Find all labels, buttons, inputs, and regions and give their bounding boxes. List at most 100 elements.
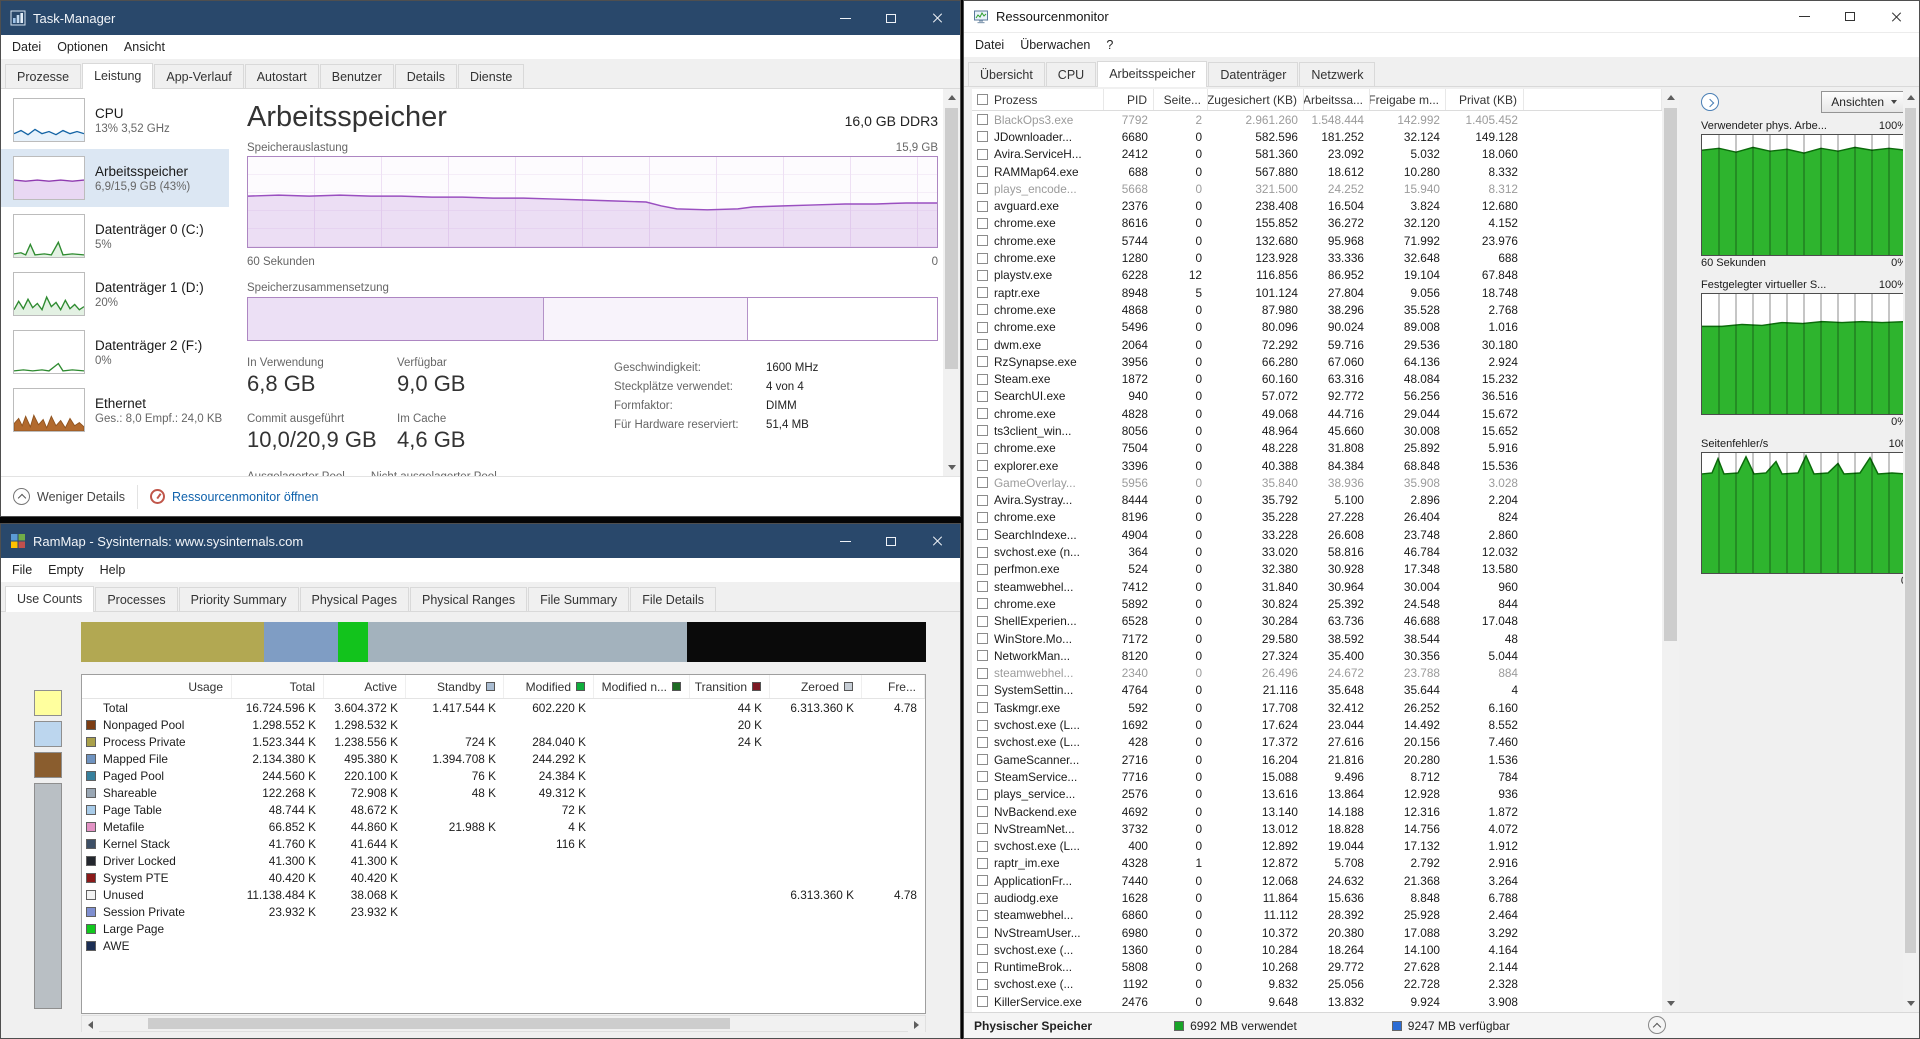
tab[interactable]: File Details — [630, 587, 717, 611]
commit-column-header[interactable]: Zugesichert (KB) — [1208, 89, 1304, 110]
menu-item[interactable]: Empty — [40, 560, 91, 580]
process-checkbox[interactable] — [977, 719, 988, 731]
menu-item[interactable]: Datei — [967, 35, 1012, 55]
column-header[interactable]: Standby — [406, 675, 504, 698]
process-checkbox[interactable] — [977, 892, 988, 904]
process-checkbox[interactable] — [977, 269, 988, 281]
scroll-thumb[interactable] — [147, 1018, 730, 1029]
sidebar-item-disk0[interactable]: Datenträger 0 (C:) 5% — [1, 207, 229, 265]
scroll-right-button[interactable] — [908, 1016, 925, 1033]
process-row[interactable]: NvStreamUser... 6980 0 10.372 20.380 17.… — [972, 924, 1662, 941]
open-resource-monitor-link[interactable]: Ressourcenmonitor öffnen — [150, 489, 318, 504]
taskmanager-scrollbar[interactable] — [943, 89, 960, 476]
process-row[interactable]: chrome.exe 1280 0 123.928 33.336 32.648 … — [972, 249, 1662, 266]
process-checkbox[interactable] — [977, 598, 988, 610]
process-row[interactable]: Avira.ServiceH... 2412 0 581.360 23.092 … — [972, 146, 1662, 163]
process-row[interactable]: chrome.exe 8196 0 35.228 27.228 26.404 8… — [972, 509, 1662, 526]
maximize-button[interactable] — [868, 524, 914, 558]
process-row[interactable]: svchost.exe (n... 364 0 33.020 58.816 46… — [972, 543, 1662, 560]
scroll-up-button[interactable] — [1662, 89, 1679, 106]
process-checkbox[interactable] — [977, 667, 988, 679]
tab[interactable]: Netzwerk — [1299, 62, 1376, 86]
usage-row[interactable]: Shareable 122.268 K 72.908 K 48 K 49.312… — [82, 784, 925, 801]
workingset-column-header[interactable]: Arbeitssa... — [1304, 89, 1370, 110]
process-row[interactable]: RuntimeBrok... 5808 0 10.268 29.772 27.6… — [972, 959, 1662, 976]
process-row[interactable]: ApplicationFr... 7440 0 12.068 24.632 21… — [972, 872, 1662, 889]
process-row[interactable]: perfmon.exe 524 0 32.380 30.928 17.348 1… — [972, 561, 1662, 578]
menu-item[interactable]: Überwachen — [1012, 35, 1098, 55]
menu-item[interactable]: Help — [92, 560, 134, 580]
usage-row[interactable]: Unused 11.138.484 K 38.068 K 6.313.360 K… — [82, 886, 925, 903]
process-checkbox[interactable] — [977, 684, 988, 696]
process-checkbox[interactable] — [977, 321, 988, 333]
tab[interactable]: Physical Pages — [299, 587, 409, 611]
menu-item[interactable]: Datei — [4, 37, 49, 57]
tab[interactable]: CPU — [1045, 62, 1097, 86]
process-checkbox[interactable] — [977, 166, 988, 178]
scroll-track[interactable] — [1903, 106, 1918, 995]
process-checkbox[interactable] — [977, 183, 988, 195]
minimize-button[interactable] — [1781, 1, 1827, 32]
tab[interactable]: Datenträger — [1208, 62, 1299, 86]
process-row[interactable]: Taskmgr.exe 592 0 17.708 32.412 26.252 6… — [972, 699, 1662, 716]
process-row[interactable]: NvBackend.exe 4692 0 13.140 14.188 12.31… — [972, 803, 1662, 820]
scroll-track[interactable] — [99, 1016, 908, 1031]
process-checkbox[interactable] — [977, 944, 988, 956]
process-checkbox[interactable] — [977, 148, 988, 160]
process-checkbox[interactable] — [977, 390, 988, 402]
scroll-thumb[interactable] — [1664, 108, 1677, 642]
process-row[interactable]: SearchIndexe... 4904 0 33.228 26.608 23.… — [972, 526, 1662, 543]
scroll-down-button[interactable] — [1903, 995, 1918, 1012]
pid-column-header[interactable]: PID — [1104, 89, 1154, 110]
process-row[interactable]: chrome.exe 7504 0 48.228 31.808 25.892 5… — [972, 440, 1662, 457]
collapse-panel-button[interactable] — [1701, 93, 1719, 111]
tab[interactable]: Physical Ranges — [409, 587, 528, 611]
menu-item[interactable]: File — [4, 560, 40, 580]
menu-item[interactable]: ? — [1098, 35, 1121, 55]
process-row[interactable]: explorer.exe 3396 0 40.388 84.384 68.848… — [972, 457, 1662, 474]
process-row[interactable]: steamwebhel... 2340 0 26.496 24.672 23.7… — [972, 665, 1662, 682]
usage-row[interactable]: Mapped File 2.134.380 K 495.380 K 1.394.… — [82, 750, 925, 767]
rammap-titlebar[interactable]: RamMap - Sysinternals: www.sysinternals.… — [1, 524, 960, 558]
process-checkbox[interactable] — [977, 235, 988, 247]
process-row[interactable]: avguard.exe 2376 0 238.408 16.504 3.824 … — [972, 197, 1662, 214]
process-column-header[interactable]: Prozess — [972, 89, 1104, 110]
column-header[interactable]: Active — [324, 675, 406, 698]
process-checkbox[interactable] — [977, 996, 988, 1008]
scroll-track[interactable] — [1662, 106, 1679, 995]
tab[interactable]: Prozesse — [5, 64, 82, 88]
tab[interactable]: Dienste — [457, 64, 525, 88]
sidebar-item-memory[interactable]: Arbeitsspeicher 6,9/15,9 GB (43%) — [1, 149, 229, 207]
process-checkbox[interactable] — [977, 442, 988, 454]
usage-row[interactable]: System PTE 40.420 K 40.420 K — [82, 869, 925, 886]
tab[interactable]: Use Counts — [5, 586, 95, 612]
process-row[interactable]: playstv.exe 6228 12 116.856 86.952 19.10… — [972, 267, 1662, 284]
process-row[interactable]: chrome.exe 4868 0 87.980 38.296 35.528 2… — [972, 301, 1662, 318]
tab[interactable]: File Summary — [528, 587, 630, 611]
sidebar-item-cpu[interactable]: CPU 13% 3,52 GHz — [1, 91, 229, 149]
menu-item[interactable]: Optionen — [49, 37, 116, 57]
collapse-section-button[interactable] — [1648, 1016, 1666, 1034]
process-row[interactable]: raptr.exe 8948 5 101.124 27.804 9.056 18… — [972, 284, 1662, 301]
process-checkbox[interactable] — [977, 460, 988, 472]
process-row[interactable]: steamwebhel... 6860 0 11.112 28.392 25.9… — [972, 907, 1662, 924]
process-checkbox[interactable] — [977, 408, 988, 420]
process-checkbox[interactable] — [977, 736, 988, 748]
scroll-thumb[interactable] — [945, 108, 958, 370]
process-row[interactable]: WinStore.Mo... 7172 0 29.580 38.592 38.5… — [972, 630, 1662, 647]
process-table-scrollbar[interactable] — [1662, 89, 1679, 1012]
views-button[interactable]: Ansichten — [1821, 91, 1907, 113]
process-checkbox[interactable] — [977, 252, 988, 264]
usage-row[interactable]: Paged Pool 244.560 K 220.100 K 76 K 24.3… — [82, 767, 925, 784]
process-row[interactable]: svchost.exe (... 1192 0 9.832 25.056 22.… — [972, 976, 1662, 993]
process-row[interactable]: ts3client_win... 8056 0 48.964 45.660 30… — [972, 422, 1662, 439]
maximize-button[interactable] — [868, 1, 914, 35]
process-checkbox[interactable] — [977, 615, 988, 627]
column-header[interactable]: Zeroed — [770, 675, 862, 698]
usage-row[interactable]: Kernel Stack 41.760 K 41.644 K 116 K — [82, 835, 925, 852]
process-checkbox[interactable] — [977, 131, 988, 143]
minimize-button[interactable] — [822, 524, 868, 558]
process-row[interactable]: NetworkMan... 8120 0 27.324 35.400 30.35… — [972, 647, 1662, 664]
process-row[interactable]: chrome.exe 8616 0 155.852 36.272 32.120 … — [972, 215, 1662, 232]
process-checkbox[interactable] — [977, 563, 988, 575]
